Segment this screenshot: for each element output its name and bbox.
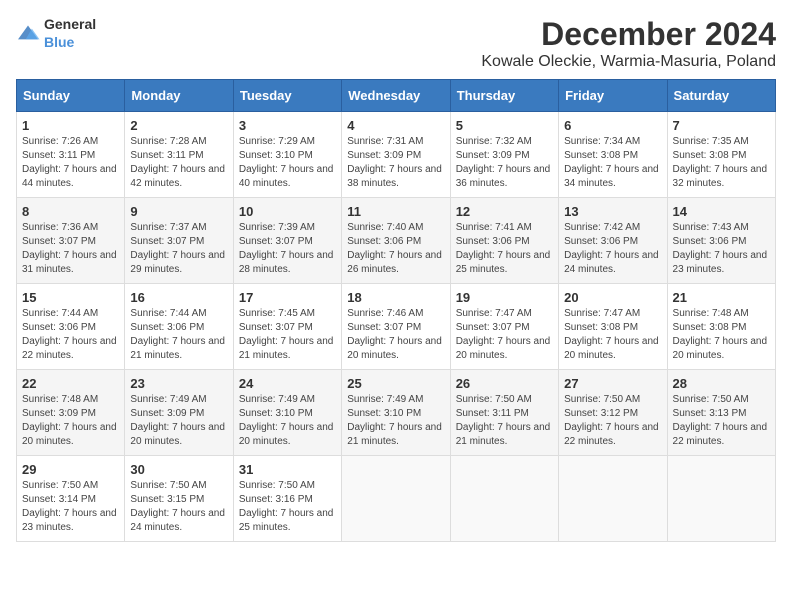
list-item: 9 Sunrise: 7:37 AM Sunset: 3:07 PM Dayli…: [125, 198, 233, 284]
list-item: 7 Sunrise: 7:35 AM Sunset: 3:08 PM Dayli…: [667, 112, 775, 198]
list-item: 18 Sunrise: 7:46 AM Sunset: 3:07 PM Dayl…: [342, 284, 450, 370]
logo-icon: [16, 24, 40, 44]
list-item: 27 Sunrise: 7:50 AM Sunset: 3:12 PM Dayl…: [559, 370, 667, 456]
header-monday: Monday: [125, 80, 233, 112]
list-item: [559, 456, 667, 542]
list-item: [342, 456, 450, 542]
header-tuesday: Tuesday: [233, 80, 341, 112]
list-item: 13 Sunrise: 7:42 AM Sunset: 3:06 PM Dayl…: [559, 198, 667, 284]
list-item: 6 Sunrise: 7:34 AM Sunset: 3:08 PM Dayli…: [559, 112, 667, 198]
list-item: 31 Sunrise: 7:50 AM Sunset: 3:16 PM Dayl…: [233, 456, 341, 542]
logo-text: General Blue: [44, 16, 96, 52]
list-item: 28 Sunrise: 7:50 AM Sunset: 3:13 PM Dayl…: [667, 370, 775, 456]
list-item: 11 Sunrise: 7:40 AM Sunset: 3:06 PM Dayl…: [342, 198, 450, 284]
header-sunday: Sunday: [17, 80, 125, 112]
title-block: December 2024 Kowale Oleckie, Warmia-Mas…: [481, 16, 776, 71]
list-item: 26 Sunrise: 7:50 AM Sunset: 3:11 PM Dayl…: [450, 370, 558, 456]
list-item: 16 Sunrise: 7:44 AM Sunset: 3:06 PM Dayl…: [125, 284, 233, 370]
list-item: 10 Sunrise: 7:39 AM Sunset: 3:07 PM Dayl…: [233, 198, 341, 284]
logo: General Blue: [16, 16, 96, 52]
table-row: 1 Sunrise: 7:26 AM Sunset: 3:11 PM Dayli…: [17, 112, 776, 198]
list-item: 4 Sunrise: 7:31 AM Sunset: 3:09 PM Dayli…: [342, 112, 450, 198]
page-header: General Blue December 2024 Kowale Olecki…: [16, 16, 776, 71]
list-item: 22 Sunrise: 7:48 AM Sunset: 3:09 PM Dayl…: [17, 370, 125, 456]
list-item: 19 Sunrise: 7:47 AM Sunset: 3:07 PM Dayl…: [450, 284, 558, 370]
calendar-table: Sunday Monday Tuesday Wednesday Thursday…: [16, 79, 776, 542]
logo-blue: Blue: [44, 34, 74, 50]
list-item: 15 Sunrise: 7:44 AM Sunset: 3:06 PM Dayl…: [17, 284, 125, 370]
list-item: 24 Sunrise: 7:49 AM Sunset: 3:10 PM Dayl…: [233, 370, 341, 456]
table-row: 15 Sunrise: 7:44 AM Sunset: 3:06 PM Dayl…: [17, 284, 776, 370]
header-friday: Friday: [559, 80, 667, 112]
header-saturday: Saturday: [667, 80, 775, 112]
list-item: 25 Sunrise: 7:49 AM Sunset: 3:10 PM Dayl…: [342, 370, 450, 456]
header-wednesday: Wednesday: [342, 80, 450, 112]
table-row: 29 Sunrise: 7:50 AM Sunset: 3:14 PM Dayl…: [17, 456, 776, 542]
list-item: 12 Sunrise: 7:41 AM Sunset: 3:06 PM Dayl…: [450, 198, 558, 284]
list-item: 29 Sunrise: 7:50 AM Sunset: 3:14 PM Dayl…: [17, 456, 125, 542]
page-subtitle: Kowale Oleckie, Warmia-Masuria, Poland: [481, 53, 776, 71]
header-thursday: Thursday: [450, 80, 558, 112]
list-item: 23 Sunrise: 7:49 AM Sunset: 3:09 PM Dayl…: [125, 370, 233, 456]
list-item: [450, 456, 558, 542]
list-item: 5 Sunrise: 7:32 AM Sunset: 3:09 PM Dayli…: [450, 112, 558, 198]
table-row: 22 Sunrise: 7:48 AM Sunset: 3:09 PM Dayl…: [17, 370, 776, 456]
list-item: 1 Sunrise: 7:26 AM Sunset: 3:11 PM Dayli…: [17, 112, 125, 198]
list-item: 21 Sunrise: 7:48 AM Sunset: 3:08 PM Dayl…: [667, 284, 775, 370]
page-title: December 2024: [481, 16, 776, 53]
list-item: 30 Sunrise: 7:50 AM Sunset: 3:15 PM Dayl…: [125, 456, 233, 542]
list-item: [667, 456, 775, 542]
list-item: 20 Sunrise: 7:47 AM Sunset: 3:08 PM Dayl…: [559, 284, 667, 370]
table-row: 8 Sunrise: 7:36 AM Sunset: 3:07 PM Dayli…: [17, 198, 776, 284]
calendar-header-row: Sunday Monday Tuesday Wednesday Thursday…: [17, 80, 776, 112]
list-item: 17 Sunrise: 7:45 AM Sunset: 3:07 PM Dayl…: [233, 284, 341, 370]
list-item: 2 Sunrise: 7:28 AM Sunset: 3:11 PM Dayli…: [125, 112, 233, 198]
logo-general: General: [44, 16, 96, 32]
list-item: 8 Sunrise: 7:36 AM Sunset: 3:07 PM Dayli…: [17, 198, 125, 284]
list-item: 14 Sunrise: 7:43 AM Sunset: 3:06 PM Dayl…: [667, 198, 775, 284]
list-item: 3 Sunrise: 7:29 AM Sunset: 3:10 PM Dayli…: [233, 112, 341, 198]
